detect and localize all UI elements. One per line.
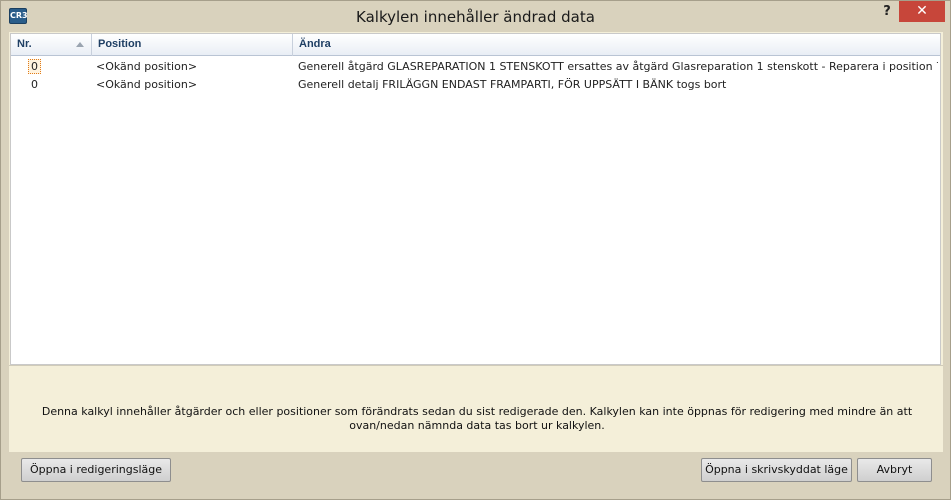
row-nr-value: 0: [28, 59, 41, 74]
column-header-nr-label: Nr.: [17, 38, 32, 50]
table-header: Nr. Position Ändra: [11, 34, 940, 56]
info-message: Denna kalkyl innehåller åtgärder och ell…: [41, 405, 913, 432]
open-edit-mode-button[interactable]: Öppna i redigeringsläge: [21, 458, 171, 482]
row-position-cell: <Okänd position>: [96, 60, 198, 73]
column-header-position[interactable]: Position: [92, 34, 293, 56]
column-header-change[interactable]: Ändra: [293, 34, 940, 56]
cancel-button[interactable]: Avbryt: [857, 458, 932, 482]
divider: [9, 365, 943, 366]
table-row[interactable]: 0 <Okänd position> Generell åtgärd GLASR…: [11, 58, 940, 76]
row-change-cell: Generell åtgärd GLASREPARATION 1 STENSKO…: [298, 60, 938, 73]
table-row[interactable]: 0 <Okänd position> Generell detalj FRILÄ…: [11, 76, 940, 94]
row-nr-cell: 0: [28, 58, 88, 76]
button-bar: Öppna i redigeringsläge Öppna i skrivsky…: [9, 452, 943, 494]
row-change-cell: Generell detalj FRILÄGGN ENDAST FRAMPART…: [298, 78, 727, 91]
help-button[interactable]: ?: [879, 4, 895, 22]
changes-table[interactable]: Nr. Position Ändra 0 <Okänd position> Ge…: [10, 33, 941, 365]
close-button[interactable]: ✕: [899, 1, 945, 22]
info-panel: Denna kalkyl innehåller åtgärder och ell…: [9, 372, 943, 452]
dialog-window: CR3 Kalkylen innehåller ändrad data ? ✕ …: [0, 0, 951, 500]
row-position-cell: <Okänd position>: [96, 78, 198, 91]
open-readonly-mode-button[interactable]: Öppna i skrivskyddat läge: [701, 458, 852, 482]
column-header-nr[interactable]: Nr.: [11, 34, 92, 56]
title-bar[interactable]: CR3 Kalkylen innehåller ändrad data ? ✕: [1, 1, 950, 32]
column-header-position-label: Position: [98, 38, 142, 50]
row-nr-cell: 0: [31, 78, 38, 91]
dialog-title: Kalkylen innehåller ändrad data: [356, 8, 595, 26]
sort-ascending-icon: [76, 42, 84, 47]
column-header-change-label: Ändra: [299, 38, 331, 50]
dialog-client-area: Nr. Position Ändra 0 <Okänd position> Ge…: [9, 32, 943, 494]
